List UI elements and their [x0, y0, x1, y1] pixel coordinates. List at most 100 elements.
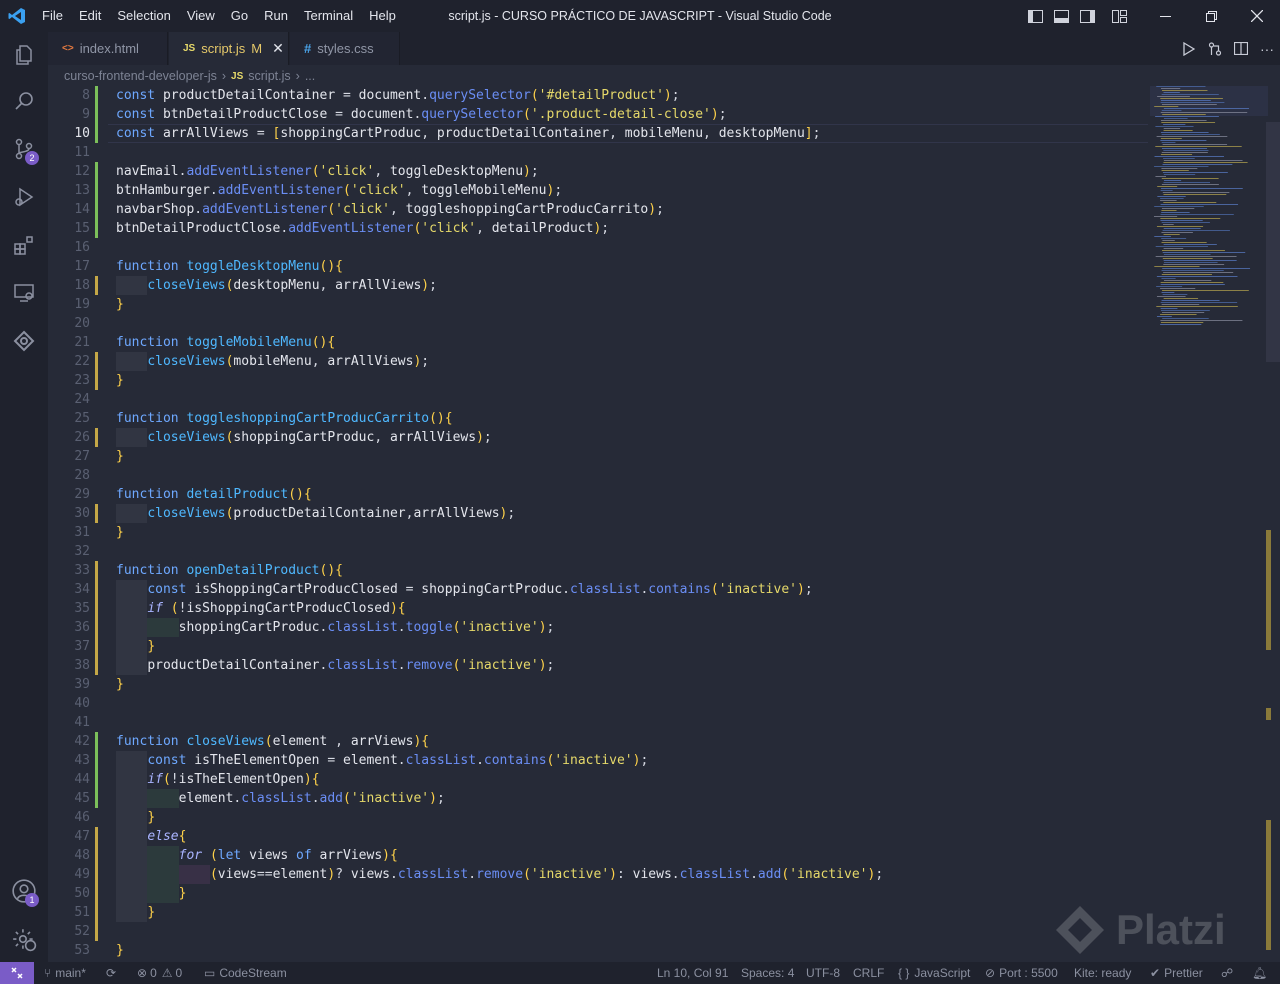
- code-line[interactable]: 32: [48, 542, 1148, 561]
- feedback-icon[interactable]: ☍: [1221, 962, 1233, 984]
- tab-styles-css[interactable]: # styles.css: [290, 32, 400, 65]
- customize-layout-icon[interactable]: [1106, 0, 1132, 32]
- code-line[interactable]: 42 function closeViews(element , arrViews…: [48, 732, 1148, 751]
- cursor-position[interactable]: Ln 10, Col 91: [657, 962, 728, 984]
- code-line[interactable]: 28: [48, 466, 1148, 485]
- menu-terminal[interactable]: Terminal: [296, 0, 361, 32]
- code-line[interactable]: 10 const arrAllViews = [shoppingCartProdu…: [48, 124, 1148, 143]
- code-line[interactable]: 26 closeViews(shoppingCartProduc, arrAllV…: [48, 428, 1148, 447]
- menu-file[interactable]: File: [34, 0, 71, 32]
- code-line[interactable]: 48 for (let views of arrViews){: [48, 846, 1148, 865]
- kite-status[interactable]: Kite: ready: [1074, 962, 1131, 984]
- code-line[interactable]: 31}: [48, 523, 1148, 542]
- code-line[interactable]: 30 closeViews(productDetailContainer,arrA…: [48, 504, 1148, 523]
- menu-help[interactable]: Help: [361, 0, 404, 32]
- code-line[interactable]: 34 const isShoppingCartProducClosed = sho…: [48, 580, 1148, 599]
- explorer-icon[interactable]: [0, 32, 48, 78]
- open-changes-icon[interactable]: [1202, 32, 1228, 65]
- tab-index-html[interactable]: <> index.html: [48, 32, 168, 65]
- code-line[interactable]: 29 function detailProduct(){: [48, 485, 1148, 504]
- breadcrumb-file[interactable]: script.js: [248, 69, 290, 83]
- toggle-primary-sidebar-icon[interactable]: [1022, 0, 1048, 32]
- code-line[interactable]: 50}: [48, 884, 1148, 903]
- toggle-secondary-sidebar-icon[interactable]: [1074, 0, 1100, 32]
- live-server-port[interactable]: ⊘ Port : 5500: [985, 962, 1058, 984]
- code-editor[interactable]: 8 const productDetailContainer = document…: [48, 86, 1280, 962]
- code-line[interactable]: 39}: [48, 675, 1148, 694]
- more-actions-icon[interactable]: ···: [1254, 32, 1280, 65]
- code-line[interactable]: 51}: [48, 903, 1148, 922]
- menu-view[interactable]: View: [179, 0, 223, 32]
- code-line[interactable]: 9 const btnDetailProductClose = document.…: [48, 105, 1148, 124]
- vertical-scrollbar[interactable]: [1266, 122, 1280, 362]
- codestream-icon[interactable]: [0, 318, 48, 364]
- source-control-icon[interactable]: 2: [0, 126, 48, 172]
- code-line[interactable]: 46}: [48, 808, 1148, 827]
- branch-indicator[interactable]: ⑂ main*: [44, 962, 86, 984]
- menu-run[interactable]: Run: [256, 0, 296, 32]
- code-line[interactable]: 11: [48, 143, 1148, 162]
- code-line[interactable]: 41: [48, 713, 1148, 732]
- extensions-icon[interactable]: [0, 222, 48, 268]
- menu-selection[interactable]: Selection: [109, 0, 178, 32]
- code-line[interactable]: 13 btnHamburger.addEventListener('click',…: [48, 181, 1148, 200]
- run-file-icon[interactable]: [1176, 32, 1202, 65]
- encoding[interactable]: UTF-8: [806, 962, 840, 984]
- tab-close-icon[interactable]: ✕: [272, 40, 284, 57]
- language-mode[interactable]: { } JavaScript: [898, 962, 970, 984]
- code-line[interactable]: 8 const productDetailContainer = document…: [48, 86, 1148, 105]
- code-line[interactable]: 25 function toggleshoppingCartProducCarri…: [48, 409, 1148, 428]
- code-line[interactable]: 12 navEmail.addEventListener('click', tog…: [48, 162, 1148, 181]
- prettier-status[interactable]: ✔ Prettier: [1150, 962, 1203, 984]
- restore-icon[interactable]: [1188, 0, 1234, 32]
- code-line[interactable]: 23}: [48, 371, 1148, 390]
- code-line[interactable]: 27}: [48, 447, 1148, 466]
- breadcrumb-symbol[interactable]: ...: [305, 69, 315, 83]
- code-line[interactable]: 24: [48, 390, 1148, 409]
- code-line[interactable]: 33 function openDetailProduct(){: [48, 561, 1148, 580]
- search-icon[interactable]: [0, 78, 48, 124]
- minimap-line: [1163, 92, 1180, 93]
- menu-go[interactable]: Go: [223, 0, 256, 32]
- problems-indicator[interactable]: ⊗ 0 ⚠ 0: [137, 962, 182, 984]
- minimap[interactable]: [1150, 86, 1268, 336]
- code-line[interactable]: 37}: [48, 637, 1148, 656]
- code-line[interactable]: 45 element.classList.add('inactive');: [48, 789, 1148, 808]
- code-line[interactable]: 20: [48, 314, 1148, 333]
- code-line[interactable]: 21 function toggleMobileMenu(){: [48, 333, 1148, 352]
- code-line[interactable]: 15 btnDetailProductClose.addEventListener…: [48, 219, 1148, 238]
- accounts-icon[interactable]: 1: [0, 868, 48, 914]
- code-line[interactable]: 35 if (!isShoppingCartProducClosed){: [48, 599, 1148, 618]
- remote-explorer-icon[interactable]: [0, 270, 48, 316]
- settings-gear-icon[interactable]: [0, 916, 48, 962]
- code-line[interactable]: 19}: [48, 295, 1148, 314]
- tab-script-js[interactable]: JS script.js M ✕: [169, 32, 289, 65]
- code-line[interactable]: 14 navbarShop.addEventListener('click', t…: [48, 200, 1148, 219]
- run-debug-icon[interactable]: [0, 174, 48, 220]
- code-line[interactable]: 22 closeViews(mobileMenu, arrAllViews);: [48, 352, 1148, 371]
- code-line[interactable]: 43 const isTheElementOpen = element.class…: [48, 751, 1148, 770]
- codestream-status[interactable]: ▭ CodeStream: [204, 962, 287, 984]
- code-line[interactable]: 38 productDetailContainer.classList.remov…: [48, 656, 1148, 675]
- close-window-icon[interactable]: [1234, 0, 1280, 32]
- sync-icon[interactable]: ⟳: [106, 962, 116, 984]
- notifications-bell-icon[interactable]: 🔔︎: [1252, 962, 1267, 984]
- code-line[interactable]: 16: [48, 238, 1148, 257]
- code-line[interactable]: 49 (views==element)? views.classList.remo…: [48, 865, 1148, 884]
- code-line[interactable]: 53}: [48, 941, 1148, 960]
- code-line[interactable]: 36 shoppingCartProduc.classList.toggle('i…: [48, 618, 1148, 637]
- code-line[interactable]: 52: [48, 922, 1148, 941]
- breadcrumb-folder[interactable]: curso-frontend-developer-js: [64, 69, 217, 83]
- minimize-icon[interactable]: [1142, 0, 1188, 32]
- code-line[interactable]: 18 closeViews(desktopMenu, arrAllViews);: [48, 276, 1148, 295]
- toggle-panel-icon[interactable]: [1048, 0, 1074, 32]
- split-editor-icon[interactable]: [1228, 32, 1254, 65]
- code-line[interactable]: 47 else{: [48, 827, 1148, 846]
- code-line[interactable]: 40: [48, 694, 1148, 713]
- indentation[interactable]: Spaces: 4: [741, 962, 794, 984]
- end-of-line[interactable]: CRLF: [853, 962, 884, 984]
- code-line[interactable]: 44 if(!isTheElementOpen){: [48, 770, 1148, 789]
- menu-edit[interactable]: Edit: [71, 0, 109, 32]
- remote-indicator-icon[interactable]: [0, 962, 34, 984]
- code-line[interactable]: 17 function toggleDesktopMenu(){: [48, 257, 1148, 276]
